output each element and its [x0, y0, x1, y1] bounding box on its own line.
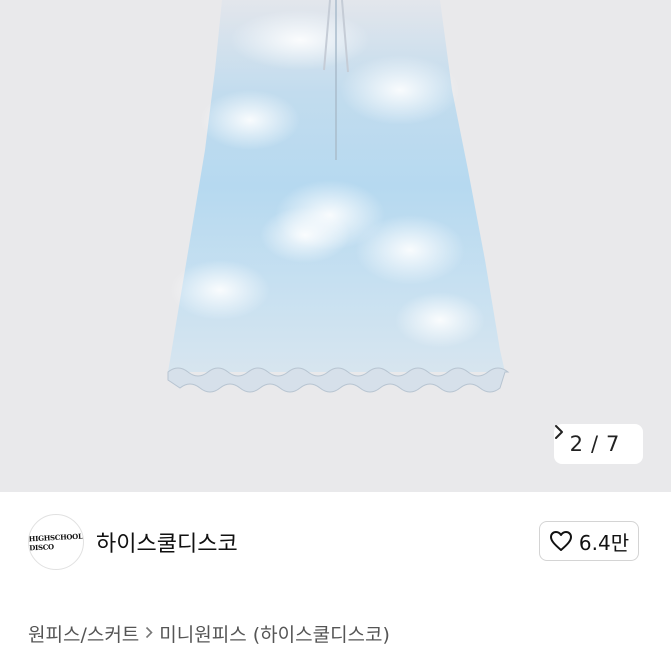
pager-separator: /: [590, 432, 599, 456]
breadcrumb: 원피스/스커트 미니원피스 (하이스쿨디스코): [28, 620, 390, 647]
image-pager[interactable]: 2 / 7: [554, 424, 643, 464]
shop-name[interactable]: 하이스쿨디스코: [96, 526, 238, 558]
like-button[interactable]: 6.4만: [539, 521, 639, 561]
breadcrumb-subcategory[interactable]: 미니원피스 (하이스쿨디스코): [159, 620, 390, 647]
shop-info: HIGHSCHOOL DISCO 하이스쿨디스코 6.4만: [0, 492, 671, 592]
pager-current: 2: [569, 432, 583, 456]
heart-outline-icon: [549, 530, 573, 552]
chevron-right-icon: [145, 624, 153, 643]
product-image[interactable]: 2 / 7: [0, 0, 671, 492]
like-count: 6.4만: [578, 530, 630, 555]
breadcrumb-category[interactable]: 원피스/스커트: [28, 620, 139, 647]
shop-logo: HIGHSCHOOL DISCO: [28, 531, 83, 553]
shop-avatar[interactable]: HIGHSCHOOL DISCO: [28, 514, 84, 570]
pager-total: 7: [606, 432, 620, 456]
dress-illustration: [167, 0, 510, 393]
